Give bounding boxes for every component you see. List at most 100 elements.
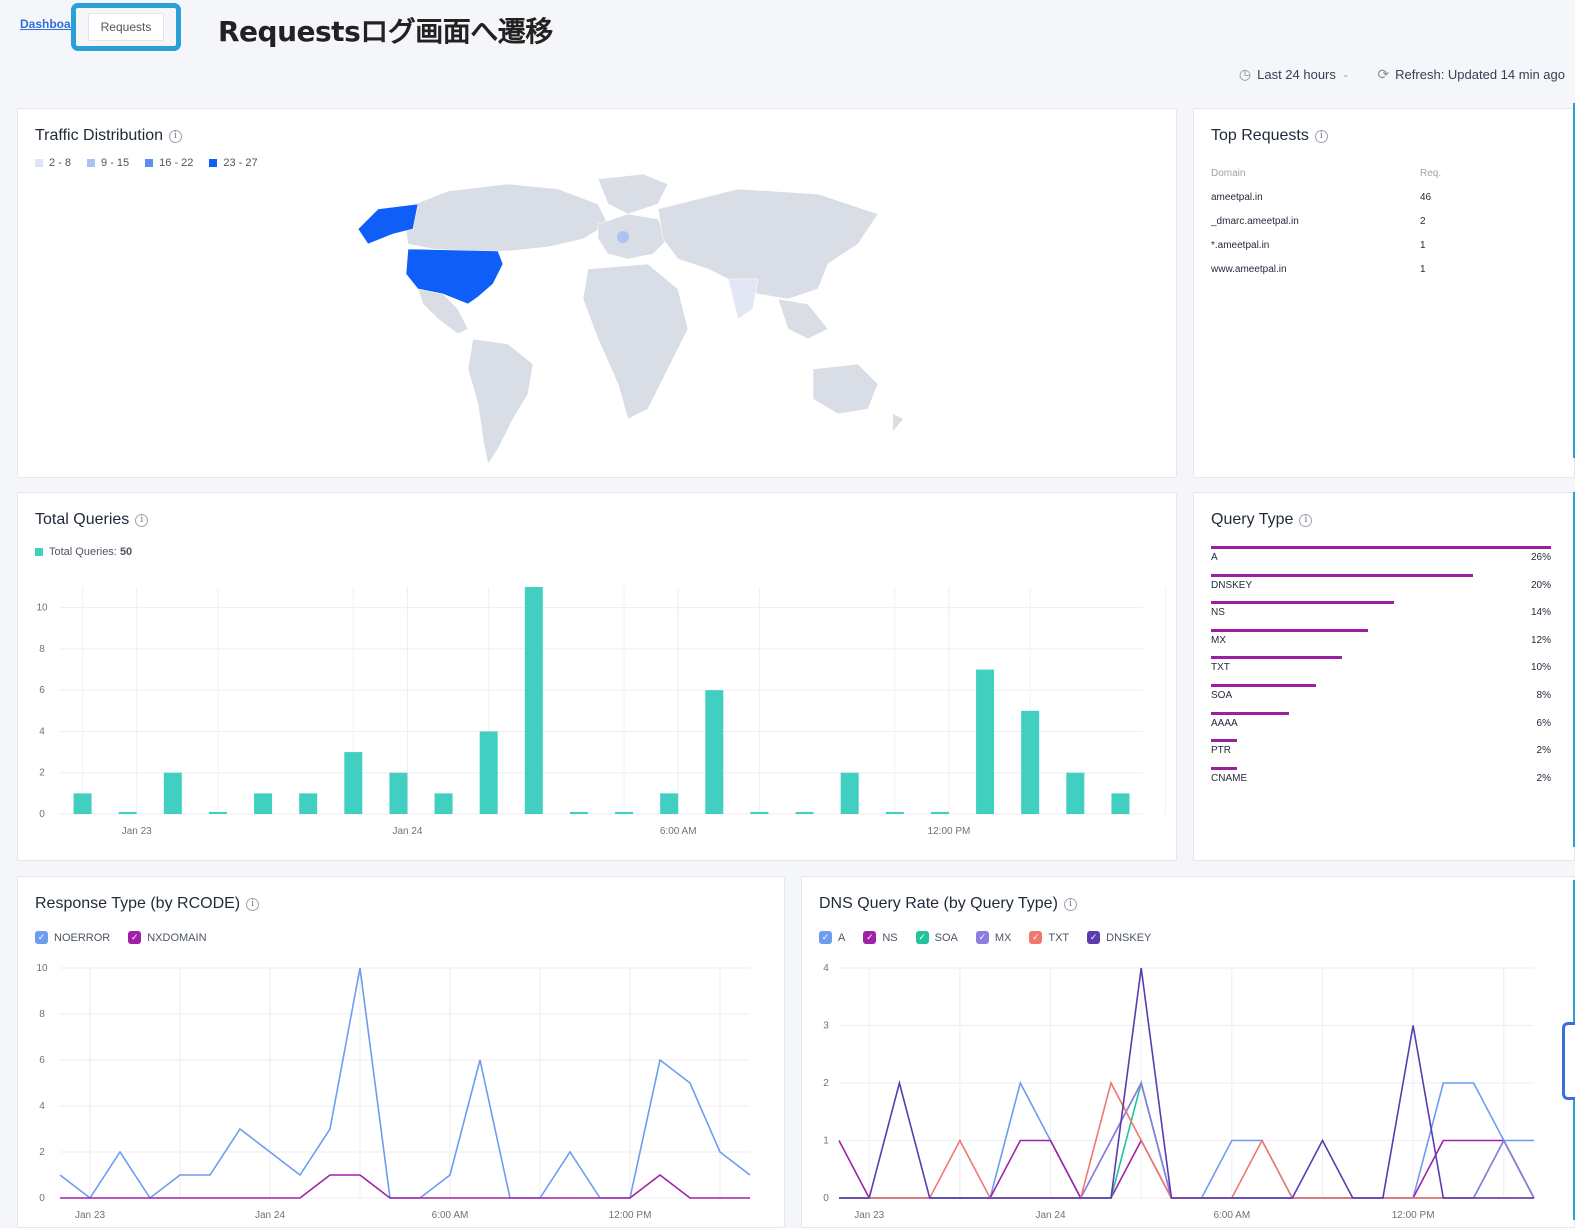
legend-item: 23 - 27 <box>209 157 258 169</box>
query-type-pct: 8% <box>1536 690 1551 701</box>
map-india <box>727 278 759 320</box>
legend-label: 2 - 8 <box>49 157 72 169</box>
info-icon[interactable]: i <box>135 513 149 527</box>
legend-label: TXT <box>1048 931 1070 944</box>
bar <box>524 587 543 814</box>
query-type-bar <box>1211 601 1395 605</box>
checkbox-icon[interactable]: ✓ <box>975 931 989 944</box>
bar <box>840 772 859 814</box>
legend-label: SOA <box>934 931 958 944</box>
y-tick-label: 4 <box>823 963 829 974</box>
domain-cell[interactable]: www.ameetpal.in <box>1211 264 1420 275</box>
info-icon[interactable]: i <box>169 129 183 143</box>
side-panel-handle[interactable] <box>1562 1022 1575 1100</box>
checkbox-icon[interactable]: ✓ <box>1029 931 1043 944</box>
domain-cell[interactable]: *.ameetpal.in <box>1211 240 1420 251</box>
query-type-row[interactable]: A 26% <box>1211 546 1551 574</box>
x-tick-label: 12:00 PM <box>1392 1210 1435 1221</box>
legend-item-nxdomain[interactable]: ✓ NXDOMAIN <box>128 931 207 944</box>
query-type-row[interactable]: MX 12% <box>1211 628 1551 657</box>
checkbox-icon[interactable]: ✓ <box>1087 931 1101 944</box>
query-type-row[interactable]: TXT 10% <box>1211 656 1551 684</box>
query-type-row[interactable]: DNSKEY 20% <box>1211 573 1551 602</box>
response-type-card: Response Type (by RCODE) i ✓ NOERROR ✓ NXD… <box>17 876 785 1228</box>
query-type-pct: 20% <box>1530 579 1551 591</box>
checkbox-icon[interactable]: ✓ <box>35 931 48 944</box>
table-row[interactable]: www.ameetpal.in 1 <box>1211 257 1460 281</box>
bar <box>930 811 949 814</box>
query-type-card: Query Type i A 26% DNSKEY 20% NS 14% MX 12% TXT 1… <box>1193 492 1575 861</box>
legend-label: 23 - 27 <box>223 157 258 169</box>
map-southeast-asia <box>777 298 829 340</box>
query-type-row[interactable]: PTR 2% <box>1211 739 1551 767</box>
query-type-label: AAAA <box>1211 717 1238 729</box>
total-queries-card: Total Queries i Total Queries: 50 0 2 4 6 8 1… <box>17 492 1177 861</box>
checkbox-icon[interactable]: ✓ <box>128 931 142 944</box>
req-cell: 1 <box>1420 239 1426 251</box>
legend-item-txt[interactable]: ✓ TXT <box>1029 931 1069 944</box>
legend-item-mx[interactable]: ✓ MX <box>975 931 1012 944</box>
query-type-bar <box>1211 628 1368 632</box>
bar <box>795 811 814 814</box>
card-title: Query Type i <box>1211 511 1313 529</box>
bar <box>208 811 227 814</box>
series-line <box>838 1138 1535 1199</box>
y-tick-label: 8 <box>39 1009 45 1020</box>
query-type-label: PTR <box>1211 745 1231 757</box>
toolbar: ◷ Last 24 hours ⌄ ⟳ Refresh: Updated 14 … <box>1239 66 1565 83</box>
bar <box>344 752 363 814</box>
response-type-chart[interactable]: 0 2 4 6 8 10 Jan 23 Jan 24 6:00 AM 12:00 PM <box>18 957 786 1228</box>
x-tick-label: 6:00 AM <box>660 826 697 837</box>
query-type-pct: 2% <box>1536 772 1551 784</box>
y-tick-label: 0 <box>39 809 45 820</box>
response-type-title: Response Type (by RCODE) <box>35 895 241 912</box>
legend-item: 2 - 8 <box>35 157 71 169</box>
query-type-pct: 12% <box>1530 634 1551 646</box>
bar <box>389 772 408 814</box>
query-type-row[interactable]: NS 14% <box>1211 601 1551 629</box>
x-tick-label: Jan 24 <box>1036 1210 1066 1221</box>
legend-label: MX <box>994 931 1012 944</box>
tab-requests[interactable]: Requests <box>87 13 165 41</box>
table-row[interactable]: _dmarc.ameetpal.in 2 <box>1211 209 1460 233</box>
y-tick-label: 4 <box>39 726 45 737</box>
legend-item-noerror[interactable]: ✓ NOERROR <box>35 931 110 944</box>
time-range-dropdown[interactable]: ◷ Last 24 hours ⌄ <box>1239 66 1350 83</box>
info-icon[interactable]: i <box>246 897 260 911</box>
query-type-row[interactable]: CNAME 2% <box>1211 766 1551 795</box>
query-type-bar <box>1211 711 1290 715</box>
checkbox-icon[interactable]: ✓ <box>863 931 877 944</box>
legend-item-ns[interactable]: ✓ NS <box>863 931 898 944</box>
bar <box>660 793 679 814</box>
info-icon[interactable]: i <box>1063 897 1077 911</box>
legend-item[interactable]: Total Queries: 50 <box>35 546 132 558</box>
table-row[interactable]: ameetpal.in 46 <box>1211 185 1460 209</box>
dns-rate-chart[interactable]: 0 1 2 3 4 Jan 23 Jan 24 6:00 AM 12:00 PM <box>802 957 1575 1228</box>
y-tick-label: 1 <box>823 1136 829 1147</box>
checkbox-icon[interactable]: ✓ <box>819 931 832 944</box>
traffic-distribution-card: Traffic Distribution i 2 - 8 9 - 15 16 -… <box>17 108 1177 478</box>
annotation-caption: Requestsログ画面へ遷移 <box>218 15 553 48</box>
table-row[interactable]: *.ameetpal.in 1 <box>1211 233 1460 257</box>
legend-label: DNSKEY <box>1106 931 1152 944</box>
query-type-row[interactable]: AAAA 6% <box>1211 711 1551 740</box>
domain-cell[interactable]: _dmarc.ameetpal.in <box>1211 216 1420 227</box>
query-type-row[interactable]: SOA 8% <box>1211 684 1551 712</box>
top-requests-table: Domain Req. ameetpal.in 46 _dmarc.ameetpa… <box>1211 161 1460 281</box>
legend-label: 16 - 22 <box>159 157 194 169</box>
bar <box>118 811 137 814</box>
refresh-label: Refresh: Updated 14 min ago <box>1395 67 1565 82</box>
checkbox-icon[interactable]: ✓ <box>915 931 929 944</box>
requests-tab-highlight: Requests <box>71 3 181 51</box>
info-icon[interactable]: i <box>1299 513 1313 527</box>
legend-item-soa[interactable]: ✓ SOA <box>915 931 958 944</box>
req-cell: 46 <box>1420 191 1432 203</box>
legend-item-a[interactable]: ✓ A <box>819 931 845 944</box>
legend-item-dnskey[interactable]: ✓ DNSKEY <box>1087 931 1151 944</box>
domain-cell[interactable]: ameetpal.in <box>1211 192 1420 203</box>
total-queries-chart[interactable]: 0 2 4 6 8 10 Jan 23 Jan 24 6:00 AM 12:00 PM <box>18 573 1178 843</box>
refresh-button[interactable]: ⟳ Refresh: Updated 14 min ago <box>1377 66 1565 83</box>
legend-swatch <box>35 159 43 167</box>
world-map[interactable] <box>298 169 948 469</box>
info-icon[interactable]: i <box>1314 129 1328 143</box>
